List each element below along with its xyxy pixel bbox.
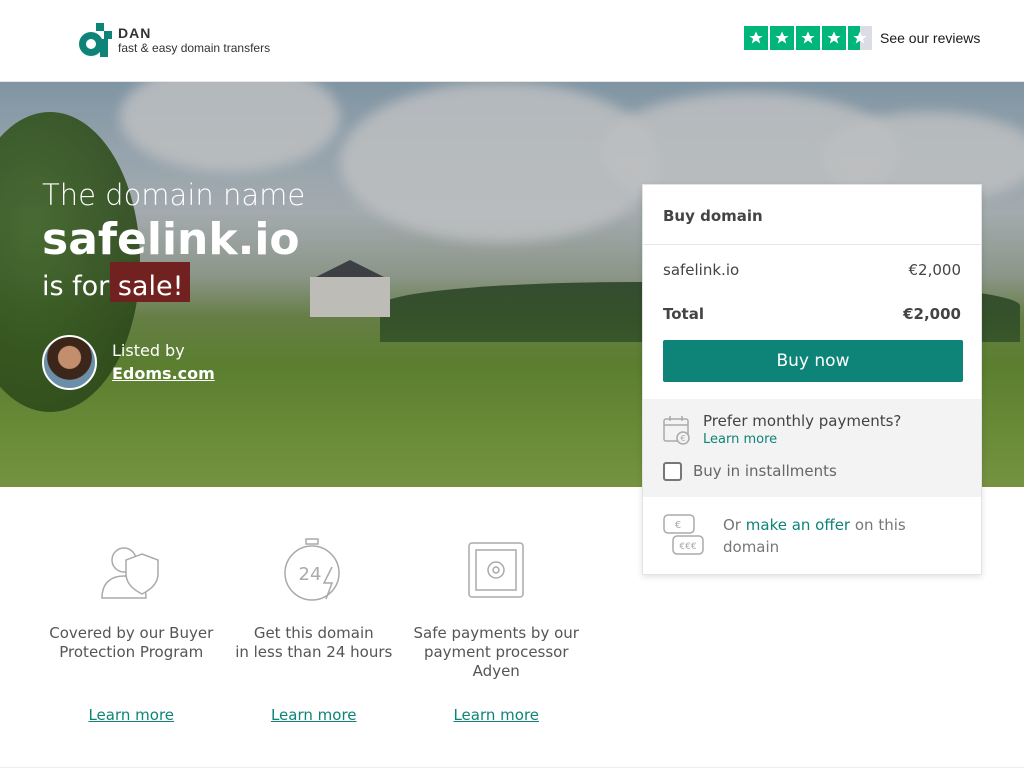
feature-learn-more-link[interactable]: Learn more xyxy=(271,706,357,724)
monthly-prompt: Prefer monthly payments? xyxy=(703,412,902,430)
card-title: Buy domain xyxy=(643,185,981,245)
feature-learn-more-link[interactable]: Learn more xyxy=(453,706,539,724)
buyer-protection-icon xyxy=(101,547,159,599)
logo-tagline: fast & easy domain transfers xyxy=(118,41,271,55)
features-row: Covered by our Buyer Protection Program … xyxy=(40,535,588,724)
offer-chat-icon: € €€€ xyxy=(663,514,704,555)
logo[interactable]: DAN fast & easy domain transfers xyxy=(78,23,270,57)
feature-text-line: in less than 24 hours xyxy=(235,643,393,661)
24-hour-clock-icon: 24 xyxy=(284,538,340,601)
dan-logo-icon xyxy=(79,23,112,57)
domain-name-title: safelink.io xyxy=(42,214,300,265)
seller-link[interactable]: Edoms.com xyxy=(112,362,215,386)
hero-headline: The domain name safelink.io is for sale! xyxy=(42,178,305,304)
line-item: safelink.io €2,000 xyxy=(643,261,981,279)
calendar-euro-icon: € xyxy=(663,416,690,445)
total-label: Total xyxy=(663,305,704,323)
listed-by-label: Listed by xyxy=(112,340,185,360)
hero-post-title: is for sale! xyxy=(42,271,184,302)
star-icon xyxy=(822,26,846,50)
feature-learn-more-link[interactable]: Learn more xyxy=(88,706,174,724)
monthly-learn-more-link[interactable]: Learn more xyxy=(703,432,777,447)
feature-text-line: Covered by our Buyer xyxy=(49,624,214,642)
make-offer-link[interactable]: make an offer xyxy=(746,516,850,534)
buy-now-button[interactable]: Buy now xyxy=(663,340,963,382)
monthly-payments-section: € Prefer monthly payments? Learn more Bu… xyxy=(643,399,981,497)
header: DAN fast & easy domain transfers See our… xyxy=(0,0,1024,82)
feature-text-line: Protection Program xyxy=(59,643,204,661)
installments-label[interactable]: Buy in installments xyxy=(693,462,837,480)
feature-text-line: Adyen xyxy=(472,662,520,680)
svg-text:€: € xyxy=(675,520,681,531)
feature-text-line: Safe payments by our xyxy=(413,624,579,642)
reviews-link[interactable]: See our reviews xyxy=(880,30,980,46)
star-icon xyxy=(796,26,820,50)
feature-safe-payments: Safe payments by our payment processor A… xyxy=(405,535,588,724)
buy-domain-card: Buy domain safelink.io €2,000 Total €2,0… xyxy=(642,184,982,575)
svg-text:€€€: €€€ xyxy=(679,542,696,552)
trustpilot-reviews[interactable]: See our reviews xyxy=(744,26,980,50)
total-row: Total €2,000 xyxy=(643,305,981,323)
seller-avatar xyxy=(42,335,97,390)
installments-checkbox[interactable] xyxy=(663,462,682,481)
logo-name: DAN xyxy=(118,25,152,41)
feature-buyer-protection: Covered by our Buyer Protection Program … xyxy=(40,535,223,724)
hero-pre-title: The domain name xyxy=(42,178,306,212)
safe-icon xyxy=(468,542,524,598)
star-icon xyxy=(744,26,768,50)
svg-text:€: € xyxy=(680,434,685,443)
total-price: €2,000 xyxy=(903,305,961,323)
seller-info: Listed by Edoms.com xyxy=(42,335,215,390)
svg-text:24: 24 xyxy=(298,564,321,585)
feature-text-line: payment processor xyxy=(423,643,569,661)
item-name: safelink.io xyxy=(663,261,740,279)
half-star-icon xyxy=(848,26,872,50)
make-offer-text: Or make an offer on this domain xyxy=(723,514,953,558)
feature-text-line: Get this domain xyxy=(253,624,374,642)
rating-stars xyxy=(744,26,872,50)
offer-prefix: Or xyxy=(723,516,741,534)
star-icon xyxy=(770,26,794,50)
feature-24-hours: 24 Get this domain in less than 24 hours… xyxy=(223,535,406,724)
item-price: €2,000 xyxy=(908,261,962,279)
